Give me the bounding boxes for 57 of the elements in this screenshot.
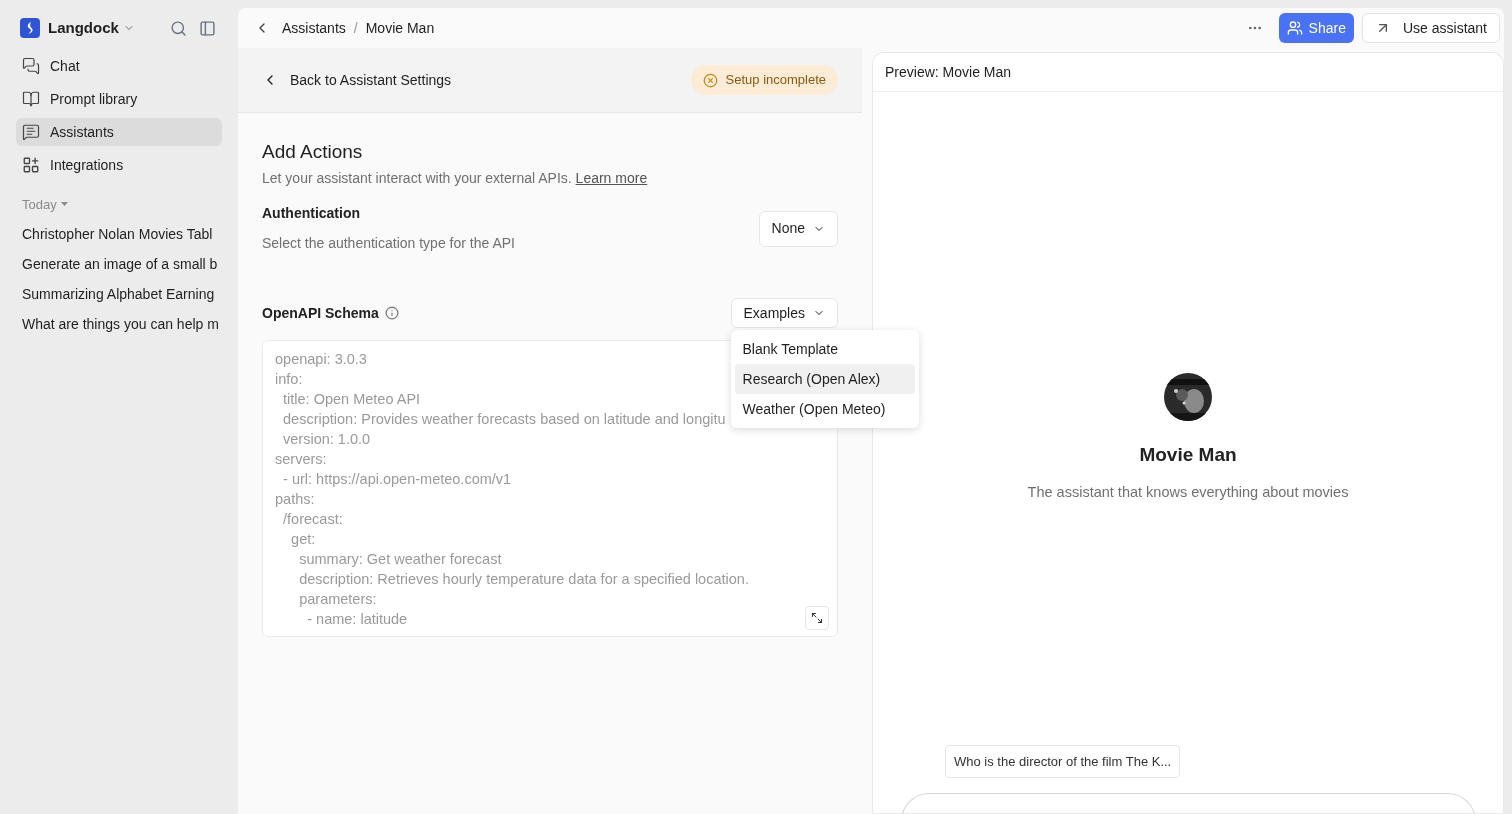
suggestion-chip[interactable]: Who is the director of the film The K... bbox=[945, 745, 1181, 778]
sidebar-item[interactable]: Chat bbox=[16, 52, 222, 80]
book-icon bbox=[22, 90, 40, 108]
code-line: /forecast: bbox=[282, 510, 343, 529]
sidebar-item[interactable]: Assistants bbox=[16, 118, 222, 146]
x-circle-icon bbox=[702, 72, 718, 88]
code-line: openapi: 3.0.3 bbox=[275, 350, 367, 369]
use-assistant-button[interactable]: Use assistant bbox=[1361, 13, 1500, 43]
sidebar-item[interactable]: Integrations bbox=[16, 151, 222, 179]
learn-more-link[interactable]: Learn more bbox=[575, 170, 648, 186]
authentication-dropdown[interactable]: None bbox=[758, 210, 838, 247]
chat-history-item[interactable]: What are things you can help m bbox=[16, 314, 222, 334]
examples-dropdown[interactable]: Examples bbox=[730, 298, 838, 328]
chat-history-item[interactable]: Summarizing Alphabet Earning bbox=[16, 284, 222, 304]
expand-icon bbox=[811, 612, 823, 624]
code-line: description: Retrieves hourly temperature data for a specified location. bbox=[298, 570, 749, 589]
sidebar-item[interactable]: Prompt library bbox=[16, 85, 222, 113]
code-line: - name: latitude bbox=[306, 610, 408, 629]
breadcrumb-link[interactable]: Assistants bbox=[282, 17, 346, 39]
app-logo bbox=[20, 18, 40, 38]
code-line: paths: bbox=[275, 490, 315, 509]
code-line: info: bbox=[275, 370, 303, 389]
code-line: summary: Get weather forecast bbox=[298, 550, 502, 569]
menu-item[interactable]: Weather (Open Meteo) bbox=[734, 394, 915, 424]
caret-icon bbox=[60, 202, 68, 208]
section-description: Let your assistant interact with your external APIs. Learn more bbox=[262, 169, 649, 188]
users-icon bbox=[1286, 20, 1303, 36]
code-line: version: 1.0.0 bbox=[282, 430, 371, 449]
status-badge: Setup incomplete bbox=[690, 65, 838, 95]
code-line: get: bbox=[290, 530, 316, 549]
breadcrumb-current: Movie Man bbox=[365, 18, 435, 38]
breadcrumb-separator: / bbox=[353, 18, 358, 38]
expand-button[interactable] bbox=[805, 606, 829, 630]
code-line: description: Provides weather forecasts based on latitude and longitu bbox=[282, 410, 726, 429]
field-hint: Select the authentication type for the API bbox=[262, 234, 515, 253]
grid-plus-icon bbox=[22, 156, 40, 174]
info-icon bbox=[384, 306, 399, 320]
code-line: title: Open Meteo API bbox=[282, 390, 421, 409]
menu-item[interactable]: Blank Template bbox=[734, 334, 915, 364]
section-title: Add Actions bbox=[262, 140, 364, 164]
chat-history-item[interactable]: Christopher Nolan Movies Tabl bbox=[16, 224, 222, 244]
code-line: servers: bbox=[275, 450, 327, 469]
code-line: - url: https://api.open-meteo.com/v1 bbox=[282, 470, 512, 489]
section-label: Today bbox=[22, 196, 57, 214]
chat-icon bbox=[22, 57, 40, 75]
assistant-name: Movie Man bbox=[1139, 443, 1237, 467]
field-label: Authentication bbox=[262, 204, 361, 223]
share-button[interactable]: Share bbox=[1278, 13, 1354, 43]
chat-history-item[interactable]: Generate an image of a small b bbox=[16, 254, 222, 274]
preview-title: Preview: Movie Man bbox=[885, 62, 1012, 82]
back-to-settings-link[interactable]: Back to Assistant Settings bbox=[262, 69, 452, 91]
assistant-description: The assistant that knows everything about movies bbox=[1027, 482, 1349, 502]
message-icon bbox=[22, 123, 40, 141]
menu-item[interactable]: Research (Open Alex) bbox=[734, 364, 915, 394]
field-label: OpenAPI Schema bbox=[262, 303, 379, 323]
code-line: parameters: bbox=[298, 590, 377, 609]
workspace-switcher[interactable]: Langdock bbox=[48, 16, 135, 40]
